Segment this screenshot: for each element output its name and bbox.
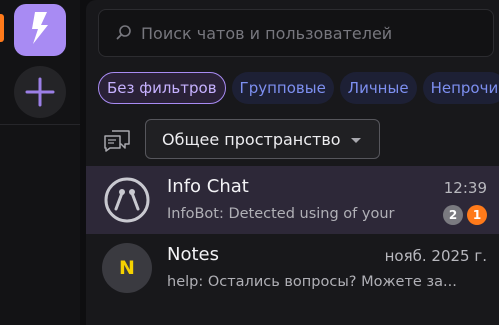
filter-chip-all[interactable]: Без фильтров [98,72,226,104]
filter-chip-group[interactable]: Групповые [231,72,334,104]
search-box[interactable] [98,9,494,57]
mentions-badge: 2 [443,205,463,225]
chat-bubbles-icon [104,130,130,152]
workspace-select-value: Общее пространство [162,129,341,149]
avatar [102,175,152,225]
filter-chips: Без фильтров Групповые Личные Непрочи [98,72,499,104]
chat-preview: InfoBot: Detected using of your [167,206,395,222]
plus-icon [25,77,55,107]
unread-badges: 2 1 [443,205,487,225]
rail-divider [0,124,80,125]
chat-title: Notes [167,244,219,265]
workspace-tile[interactable] [14,4,66,56]
workspace-rail [0,0,80,325]
filter-chip-personal[interactable]: Личные [339,72,417,104]
workspace-select[interactable]: Общее пространство [145,119,380,159]
workspace-row: Общее пространство [86,118,499,162]
avatar: N [102,243,152,293]
chat-title: Info Chat [167,176,249,197]
lightning-bolt-icon [32,12,48,44]
bot-face-icon [104,177,150,223]
search-input[interactable] [139,22,473,44]
chat-time: 12:39 [443,179,487,197]
chevron-down-icon [351,138,361,143]
filter-chip-unread[interactable]: Непрочи [422,72,499,104]
chat-item-notes[interactable]: N Notes нояб. 2025 г. help: Остались воп… [86,234,499,302]
chat-item-info-chat[interactable]: Info Chat 12:39 InfoBot: Detected using … [86,166,499,234]
chat-preview: help: Остались вопросы? Можете за... [167,274,457,290]
search-icon [116,25,131,40]
avatar-initial: N [119,257,135,279]
chat-time: нояб. 2025 г. [384,247,487,265]
active-workspace-indicator [0,14,4,42]
add-workspace-button[interactable] [14,66,66,118]
unread-badge: 1 [467,205,487,225]
chat-list-panel: Без фильтров Групповые Личные Непрочи Об… [86,0,499,325]
